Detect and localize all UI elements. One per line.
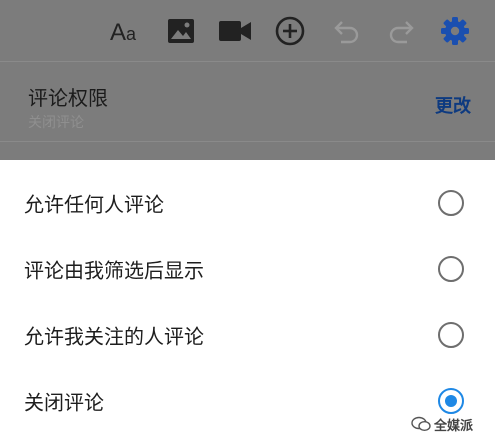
radio-button-unchecked[interactable] [438,322,464,348]
add-circle-icon[interactable] [273,14,307,48]
wechat-logo-icon [411,416,431,432]
comment-permission-row: 评论权限 关闭评论 更改 [0,62,495,142]
option-label: 允许我关注的人评论 [24,324,204,349]
option-allow-followed[interactable]: 允许我关注的人评论 [0,302,495,368]
radio-button-checked[interactable] [438,388,464,414]
option-label: 允许任何人评论 [24,192,164,217]
option-allow-anyone[interactable]: 允许任何人评论 [0,170,495,236]
comment-permission-title: 评论权限 [28,86,108,110]
option-label: 评论由我筛选后显示 [24,258,204,283]
image-icon[interactable] [164,14,198,48]
radio-button-unchecked[interactable] [438,190,464,216]
text-format-icon[interactable]: A a [110,14,144,48]
change-permission-button[interactable]: 更改 [435,92,471,118]
svg-text:A: A [110,19,126,46]
editor-toolbar: A a [0,0,495,62]
redo-icon [384,14,418,48]
settings-gear-icon[interactable] [438,14,472,48]
comment-permission-current-value: 关闭评论 [28,115,84,131]
watermark: 全媒派 [411,413,473,435]
watermark-text: 全媒派 [434,418,474,434]
dimmed-background-page: A a 评论权限 关闭评论 更改 [0,0,495,160]
video-icon[interactable] [218,14,252,48]
svg-text:a: a [126,24,137,44]
option-filter-before-display[interactable]: 评论由我筛选后显示 [0,236,495,302]
option-label: 关闭评论 [24,390,104,415]
undo-icon [330,14,364,48]
radio-button-unchecked[interactable] [438,256,464,282]
comment-permission-sheet: 允许任何人评论 评论由我筛选后显示 允许我关注的人评论 关闭评论 [0,160,495,443]
